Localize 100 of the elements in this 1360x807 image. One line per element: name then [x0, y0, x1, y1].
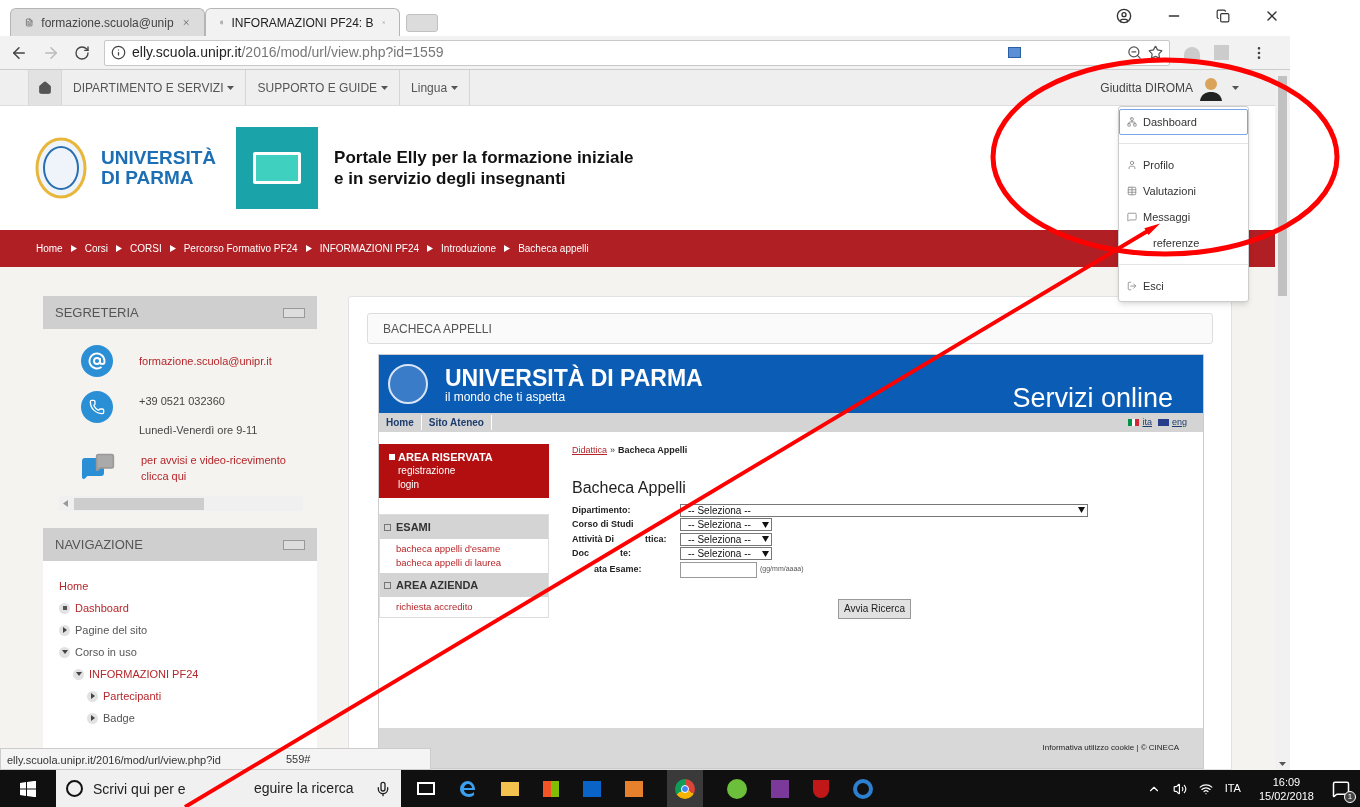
reserved-link[interactable]: login — [389, 478, 539, 492]
select-field[interactable]: -- Seleziona -- — [680, 518, 772, 532]
menu-item[interactable]: Valutazioni — [1127, 184, 1196, 198]
browser-tab[interactable]: INFORAMAZIONI PF24: B — [205, 8, 400, 36]
nav-link[interactable]: Sito Ateneo — [421, 415, 492, 430]
horizontal-scrollbar[interactable] — [59, 496, 303, 511]
zoom-out-icon[interactable] — [1127, 45, 1142, 60]
block-title: NAVIGAZIONE — [55, 535, 143, 554]
section-link[interactable]: richiesta accredito — [396, 600, 532, 614]
office-hours: Lunedì-Venerdì ore 9-11 — [139, 422, 258, 438]
language-link[interactable]: ita — [1142, 415, 1152, 430]
select-field[interactable]: -- Seleziona -- — [680, 532, 772, 546]
shield-icon[interactable] — [813, 779, 829, 798]
tree-link[interactable]: Corso in uso — [75, 643, 137, 661]
breadcrumb-link[interactable]: Home — [36, 241, 63, 256]
nav-menu[interactable]: Lingua — [400, 70, 471, 105]
search-button[interactable]: Avvia Ricerca — [838, 598, 911, 619]
tab-title: formazione.scuola@unip — [41, 14, 174, 32]
breadcrumb-link[interactable]: Introduzione — [441, 241, 497, 256]
chat-link[interactable]: clicca qui — [141, 468, 286, 484]
banner-subtitle: il mondo che ti aspetta — [445, 390, 567, 404]
bookmark-star-icon[interactable] — [1148, 45, 1163, 60]
clock[interactable]: 16:09 15/02/2018 — [1252, 774, 1320, 803]
chat-link[interactable]: per avvisi e video-ricevimento — [141, 452, 286, 468]
banner-title: UNIVERSITÀ DI PARMA — [445, 364, 703, 391]
tab-title: INFORAMAZIONI PF24: B — [231, 14, 374, 32]
tree-link[interactable]: Badge — [103, 709, 135, 727]
wifi-icon[interactable] — [1198, 781, 1213, 796]
breadcrumb-link[interactable]: CORSI — [130, 241, 162, 256]
edge-browser-icon[interactable] — [459, 779, 477, 798]
email-link[interactable]: formazione.scuola@unipr.it — [139, 352, 272, 370]
expand-triangle-icon[interactable] — [87, 712, 98, 724]
logo-text: DI PARMA — [101, 168, 195, 188]
arrow-separator-icon — [70, 245, 77, 252]
nav-link[interactable]: Home — [379, 415, 422, 430]
section-title: AREA AZIENDA — [396, 577, 479, 593]
folder-icon[interactable] — [501, 781, 519, 796]
language-indicator[interactable]: ITA — [1224, 780, 1241, 797]
plus-box-icon[interactable] — [384, 523, 391, 531]
home-button[interactable] — [28, 70, 62, 105]
section-title: ESAMI — [396, 519, 431, 535]
scrollbar-thumb[interactable] — [74, 497, 204, 510]
tree-link[interactable]: INFORMAZIONI PF24 — [89, 665, 199, 683]
menu-item[interactable]: Esci — [1127, 279, 1164, 293]
menu-item-icon — [1127, 186, 1137, 196]
windows-start-icon[interactable] — [20, 780, 36, 797]
field-label: Dipartimento: — [572, 504, 631, 515]
select-field[interactable]: -- Seleziona -- — [680, 547, 772, 561]
section-link[interactable]: bacheca appelli d'esame — [396, 542, 532, 556]
plus-box-icon[interactable] — [384, 581, 391, 589]
breadcrumb-link[interactable]: Corsi — [84, 241, 109, 256]
tree-link[interactable]: Partecipanti — [103, 687, 162, 705]
bullet-icon — [59, 602, 70, 614]
caret-icon — [451, 85, 459, 90]
reload-icon[interactable] — [74, 44, 90, 61]
restore-icon[interactable] — [1216, 9, 1230, 23]
crumb-link[interactable]: Didattica — [572, 444, 607, 458]
scrollbar-thumb[interactable] — [1278, 76, 1287, 296]
user-name[interactable]: Giuditta DIROMA — [1100, 78, 1193, 97]
nav-menu[interactable]: DIPARTIMENTO E SERVIZI — [62, 70, 247, 105]
dropdown-arrow-icon — [1078, 507, 1085, 514]
speaker-icon[interactable] — [1172, 781, 1187, 796]
field-label: ttica: — [645, 532, 667, 546]
section-title: AREA RISERVATA — [398, 450, 493, 464]
page-title: BACHECA APPELLI — [383, 320, 492, 338]
tree-link[interactable]: Home — [59, 577, 89, 595]
search-placeholder: eguire la ricerca — [254, 779, 354, 798]
expand-triangle-icon[interactable] — [59, 624, 70, 636]
date-input-field[interactable] — [680, 561, 757, 578]
caret-icon — [381, 85, 389, 90]
menu-item[interactable]: Messaggi — [1127, 210, 1191, 224]
tree-link[interactable]: Dashboard — [75, 599, 129, 617]
taskbar-search-field[interactable]: Scrivi qui per e eguire la ricerca — [56, 770, 401, 807]
language-link[interactable]: eng — [1171, 415, 1187, 430]
section-link[interactable]: bacheca appelli di laurea — [396, 556, 532, 570]
task-view-icon[interactable] — [417, 782, 435, 795]
address-field[interactable]: elly.scuola.unipr.it/2016/mod/url/view.php?id=1559 — [104, 39, 1170, 66]
notification-icon[interactable] — [1332, 779, 1350, 798]
nav-menu[interactable]: SUPPORTO E GUIDE — [246, 70, 401, 105]
expand-triangle-icon[interactable] — [87, 690, 98, 702]
browser-tab[interactable]: formazione.scuola@unip — [10, 8, 205, 36]
breadcrumb-link[interactable]: INFORMAZIONI PF24 — [319, 241, 420, 256]
tree-link[interactable]: Pagine del sito — [75, 621, 148, 639]
microphone-icon[interactable] — [375, 780, 391, 797]
square-icon — [1008, 47, 1021, 58]
select-field[interactable]: -- Seleziona -- — [680, 503, 1088, 517]
ring-icon[interactable] — [853, 778, 873, 799]
menu-item[interactable]: referenze — [1153, 236, 1200, 250]
menu-item-icon — [1127, 281, 1137, 291]
profile-icon[interactable] — [1116, 8, 1132, 24]
vertical-scrollbar[interactable] — [1275, 70, 1290, 770]
breadcrumb-link[interactable]: Percorso Formativo PF24 — [183, 241, 298, 256]
chrome-icon[interactable] — [667, 770, 703, 807]
breadcrumb-link[interactable]: Bacheca appelli — [518, 241, 589, 256]
banner-slogan: Servizi online — [1012, 383, 1173, 413]
reserved-link[interactable]: registrazione — [389, 464, 539, 478]
email-at-icon — [81, 345, 113, 377]
menu-item[interactable]: Dashboard — [1119, 109, 1248, 135]
flag-icon — [1128, 419, 1140, 426]
menu-item[interactable]: Profilo — [1127, 158, 1175, 172]
